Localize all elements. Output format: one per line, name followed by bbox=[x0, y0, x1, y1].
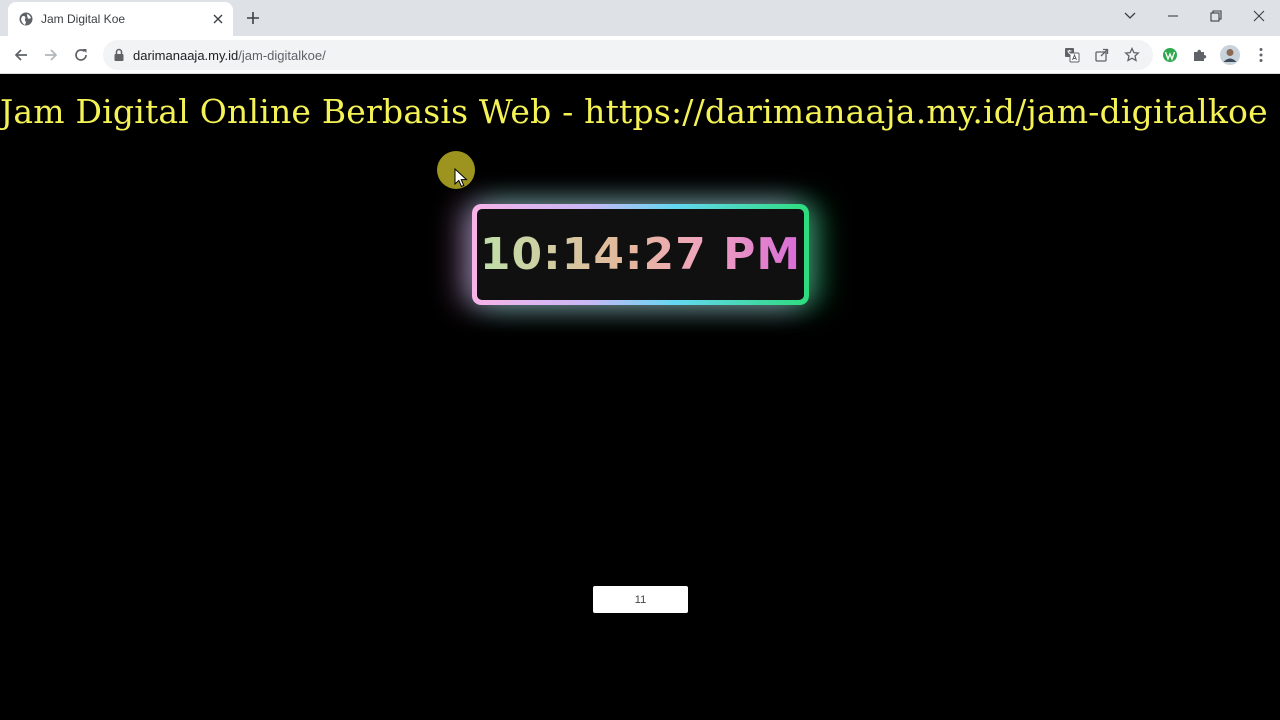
page-content: Jam Digital Online Berbasis Web - https:… bbox=[0, 74, 1280, 720]
restore-icon[interactable] bbox=[1202, 4, 1230, 28]
url-domain: darimanaaja.my.id bbox=[133, 48, 239, 63]
address-bar[interactable]: darimanaaja.my.id/jam-digitalkoe/ bbox=[103, 40, 1153, 70]
minimize-icon[interactable] bbox=[1159, 4, 1187, 28]
globe-icon bbox=[19, 12, 33, 26]
translate-icon[interactable] bbox=[1063, 46, 1081, 64]
chevron-down-icon[interactable] bbox=[1116, 4, 1144, 28]
url-path: /jam-digitalkoe/ bbox=[238, 48, 326, 63]
lock-icon[interactable] bbox=[113, 48, 125, 62]
page-title: Jam Digital Online Berbasis Web - https:… bbox=[0, 92, 1268, 131]
digital-clock: 10:14:27 PM bbox=[472, 204, 809, 305]
close-icon[interactable] bbox=[209, 10, 227, 28]
counter-box: 11 bbox=[593, 586, 688, 613]
tab-title: Jam Digital Koe bbox=[41, 12, 126, 26]
arrow-left-icon[interactable] bbox=[9, 43, 33, 67]
browser-tab[interactable]: Jam Digital Koe bbox=[8, 2, 233, 36]
wordpress-icon[interactable] bbox=[1160, 45, 1180, 65]
browser-toolbar: darimanaaja.my.id/jam-digitalkoe/ bbox=[0, 36, 1280, 74]
url-text: darimanaaja.my.id/jam-digitalkoe/ bbox=[133, 48, 326, 63]
mouse-pointer-icon bbox=[454, 167, 468, 188]
close-icon[interactable] bbox=[1245, 4, 1273, 28]
arrow-right-icon[interactable] bbox=[39, 43, 63, 67]
kebab-menu-icon[interactable] bbox=[1251, 45, 1271, 65]
avatar-icon[interactable] bbox=[1220, 45, 1240, 65]
clock-time: 10:14:27 PM bbox=[479, 229, 802, 280]
puzzle-icon[interactable] bbox=[1190, 45, 1210, 65]
share-icon[interactable] bbox=[1093, 46, 1111, 64]
reload-icon[interactable] bbox=[69, 43, 93, 67]
star-icon[interactable] bbox=[1123, 46, 1141, 64]
browser-tab-bar: Jam Digital Koe bbox=[0, 0, 1280, 36]
clock-face: 10:14:27 PM bbox=[477, 209, 804, 300]
plus-icon[interactable] bbox=[243, 8, 263, 28]
